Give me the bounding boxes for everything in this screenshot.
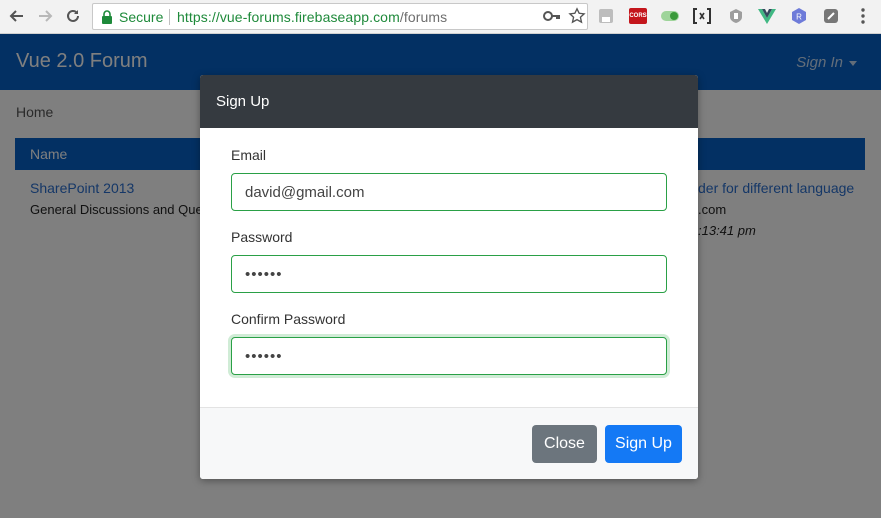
lock-icon	[102, 10, 112, 24]
key-icon	[543, 11, 560, 21]
forward-arrow-icon	[39, 10, 53, 22]
back-button[interactable]	[6, 5, 28, 27]
confirm-password-label: Confirm Password	[231, 311, 346, 327]
url-path: /forums	[399, 9, 448, 25]
extension-cors-icon[interactable]: CORS	[629, 7, 647, 25]
email-label: Email	[231, 147, 267, 163]
extension-r-icon[interactable]: R	[790, 7, 808, 25]
signup-button[interactable]: Sign Up	[605, 425, 682, 463]
password-label: Password	[231, 229, 293, 245]
reload-icon	[67, 9, 79, 22]
cors-badge: CORS	[629, 8, 647, 24]
url-host: https://vue-forums.firebaseapp.com	[177, 9, 400, 25]
confirm-password-value: ••••••	[245, 348, 283, 365]
forward-button[interactable]	[34, 5, 56, 27]
vue-devtools-icon[interactable]	[758, 7, 776, 25]
modal-title: Sign Up	[216, 93, 270, 110]
extension-box-icon[interactable]	[822, 7, 840, 25]
extension-shield-icon[interactable]	[727, 7, 745, 25]
extension-bracket-icon[interactable]	[693, 7, 711, 25]
extension-toggle-icon[interactable]	[661, 7, 679, 25]
url-text: https://vue-forums.firebaseapp.com/forum…	[177, 9, 447, 25]
omnibox-divider	[169, 9, 170, 25]
back-arrow-icon	[9, 10, 23, 22]
email-field[interactable]: david@gmail.com	[231, 173, 667, 211]
bookmark-star-icon	[568, 7, 586, 24]
address-bar[interactable]: Secure https://vue-forums.firebaseapp.co…	[92, 3, 588, 30]
password-field[interactable]: ••••••	[231, 255, 667, 293]
modal-footer: Close Sign Up	[200, 407, 698, 479]
confirm-password-field[interactable]: ••••••	[231, 337, 667, 375]
password-value: ••••••	[245, 266, 283, 283]
browser-menu-icon[interactable]	[854, 7, 872, 25]
modal-header: Sign Up	[200, 75, 698, 128]
svg-text:R: R	[796, 13, 802, 22]
reload-button[interactable]	[62, 5, 84, 27]
close-button[interactable]: Close	[532, 425, 597, 463]
browser-toolbar: Secure https://vue-forums.firebaseapp.co…	[0, 0, 881, 34]
email-value: david@gmail.com	[245, 184, 365, 201]
extension-save-icon[interactable]	[597, 7, 615, 25]
signup-modal: Sign Up Email david@gmail.com Password •…	[200, 75, 698, 479]
secure-label: Secure	[119, 9, 164, 25]
